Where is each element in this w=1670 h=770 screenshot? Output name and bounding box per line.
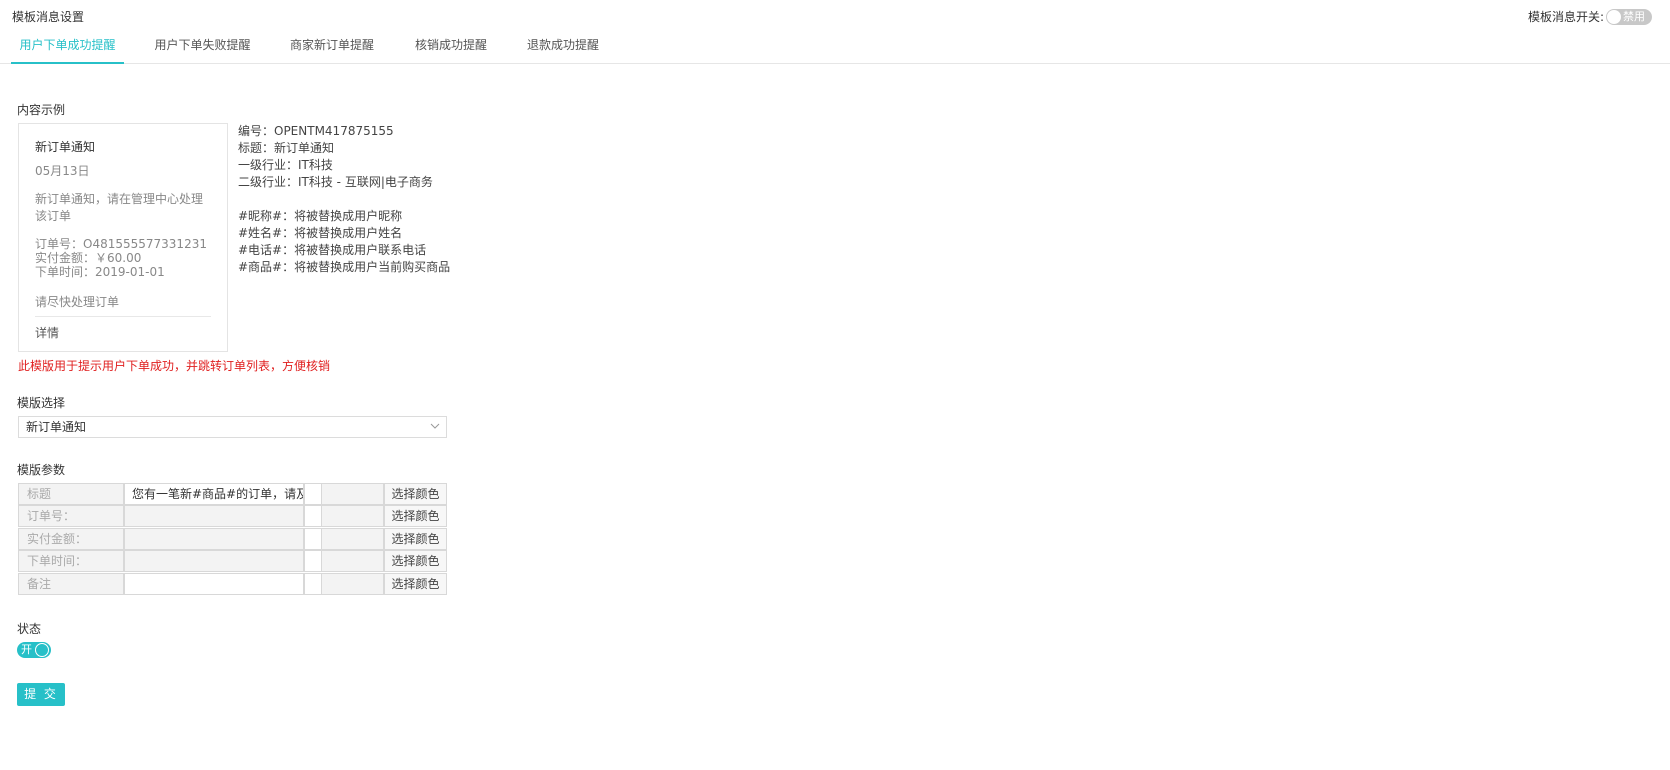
choose-color-button[interactable]: 选择颜色 [384, 528, 447, 550]
page-title: 模板消息设置 [12, 10, 85, 24]
preview-order-time: 下单时间：2019-01-01 [35, 265, 165, 279]
param-row: 下单时间： 选择颜色 [18, 550, 448, 572]
tab-bar: 用户下单成功提醒 用户下单失败提醒 商家新订单提醒 核销成功提醒 退款成功提醒 [0, 30, 1670, 64]
color-hex-input[interactable] [321, 528, 384, 550]
preview-fields: 订单号：O481555577331231 实付金额：￥60.00 下单时间：20… [35, 237, 211, 279]
industry-primary: 一级行业：IT科技 [238, 158, 333, 172]
color-hex-input[interactable] [321, 483, 384, 505]
preview-order-no: 订单号：O481555577331231 [35, 237, 207, 251]
toggle-state-text: 禁用 [1623, 9, 1645, 23]
choose-color-button[interactable]: 选择颜色 [384, 483, 447, 505]
placeholder-product: #商品#：将被替换成用户当前购买商品 [238, 260, 451, 274]
template-message-toggle[interactable]: 禁用 [1606, 8, 1652, 25]
tab-order-failure[interactable]: 用户下单失败提醒 [146, 30, 259, 62]
submit-button[interactable]: 提 交 [17, 683, 65, 706]
placeholder-phone: #电话#：将被替换成用户联系电话 [238, 243, 427, 257]
preview-remark: 请尽快处理订单 [35, 293, 211, 317]
choose-color-button[interactable]: 选择颜色 [384, 573, 447, 595]
message-preview-card: 新订单通知 05月13日 新订单通知，请在管理中心处理该订单 订单号：O4815… [18, 123, 228, 352]
param-value-input[interactable]: 您有一笔新#商品#的订单，请及时处理 [124, 483, 304, 505]
color-hex-input[interactable] [321, 573, 384, 595]
param-value-input[interactable] [124, 528, 304, 550]
color-swatch [304, 483, 322, 505]
template-id: 编号：OPENTM417875155 [238, 124, 394, 138]
template-select-value: 新订单通知 [26, 420, 87, 434]
param-name: 实付金额： [18, 528, 124, 550]
content-example-label: 内容示例 [17, 103, 66, 117]
switch-label: 模板消息开关: [1527, 10, 1604, 24]
industry-secondary: 二级行业：IT科技 - 互联网|电子商务 [238, 175, 433, 189]
placeholder-nickname: #昵称#：将被替换成用户昵称 [238, 209, 403, 223]
preview-detail-link[interactable]: 详情 [35, 324, 211, 341]
color-swatch [304, 573, 322, 595]
toggle-knob [35, 643, 49, 657]
status-toggle-text: 开 [21, 643, 32, 656]
choose-color-button[interactable]: 选择颜色 [384, 505, 447, 527]
param-name: 标题 [18, 483, 124, 505]
color-swatch [304, 550, 322, 572]
preview-date: 05月13日 [35, 164, 90, 178]
template-usage-warning: 此模版用于提示用户下单成功，并跳转订单列表，方便核销 [18, 359, 331, 373]
color-swatch [304, 505, 322, 527]
param-row: 订单号： 选择颜色 [18, 505, 448, 527]
param-value-input[interactable] [124, 573, 304, 595]
template-select[interactable]: 新订单通知 [18, 416, 447, 438]
preview-amount: 实付金额：￥60.00 [35, 251, 142, 265]
template-params-label: 模版参数 [17, 463, 66, 477]
color-swatch [304, 528, 322, 550]
placeholder-name: #姓名#：将被替换成用户姓名 [238, 226, 403, 240]
template-message-switch: 模板消息开关: 禁用 [1528, 8, 1652, 25]
tab-order-success[interactable]: 用户下单成功提醒 [11, 30, 124, 64]
toggle-knob [1607, 9, 1621, 24]
color-hex-input[interactable] [321, 505, 384, 527]
tab-merchant-new-order[interactable]: 商家新订单提醒 [280, 30, 384, 62]
preview-title: 新订单通知 [35, 140, 96, 154]
status-toggle[interactable]: 开 [17, 642, 51, 658]
param-name: 备注 [18, 573, 124, 595]
template-info: 编号：OPENTM417875155 标题：新订单通知 一级行业：IT科技 二级… [238, 123, 450, 276]
param-row: 备注 选择颜色 [18, 573, 448, 595]
param-name: 订单号： [18, 505, 124, 527]
tab-verify-success[interactable]: 核销成功提醒 [408, 30, 494, 62]
template-select-label: 模版选择 [17, 396, 66, 410]
choose-color-button[interactable]: 选择颜色 [384, 550, 447, 572]
chevron-down-icon [430, 423, 440, 429]
tab-refund-success[interactable]: 退款成功提醒 [520, 30, 606, 62]
param-row: 标题 您有一笔新#商品#的订单，请及时处理 选择颜色 [18, 483, 448, 505]
preview-description: 新订单通知，请在管理中心处理该订单 [35, 192, 204, 223]
param-value-input[interactable] [124, 550, 304, 572]
param-value-input[interactable] [124, 505, 304, 527]
template-title: 标题：新订单通知 [238, 141, 335, 155]
param-row: 实付金额： 选择颜色 [18, 528, 448, 550]
param-name: 下单时间： [18, 550, 124, 572]
color-hex-input[interactable] [321, 550, 384, 572]
status-label: 状态 [17, 622, 42, 636]
